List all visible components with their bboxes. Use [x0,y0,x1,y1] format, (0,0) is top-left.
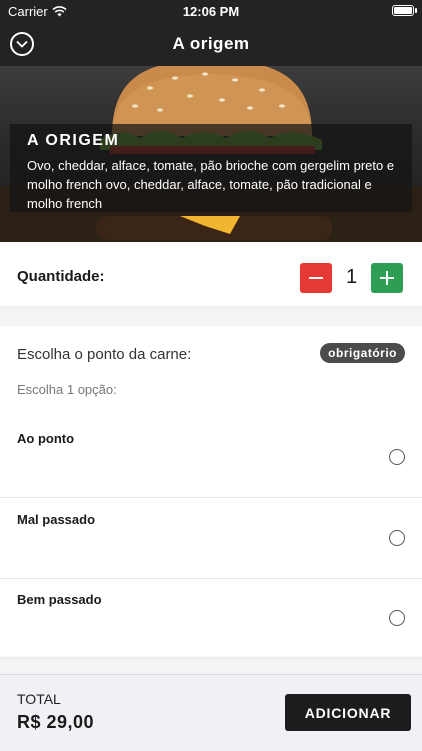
product-info-overlay: A ORIGEM Ovo, cheddar, alface, tomate, p… [10,124,412,212]
total-value: R$ 29,00 [17,712,95,732]
options-heading: Escolha o ponto da carne: [17,346,192,363]
product-hero: A ORIGEM Ovo, cheddar, alface, tomate, p… [0,66,422,242]
radio-button[interactable] [389,530,405,546]
option-label: Mal passado [17,512,96,527]
status-time: 12:06 PM [182,4,240,19]
option-ao-ponto[interactable]: Ao ponto [0,417,422,498]
add-to-cart-button[interactable]: ADICIONAR [285,694,411,731]
required-badge: obrigatório [320,343,405,363]
option-bem-passado[interactable]: Bem passado [0,578,422,659]
product-name: A ORIGEM [27,132,120,149]
quantity-label: Quantidade: [17,268,105,285]
option-label: Bem passado [17,592,102,607]
status-bar: Carrier 12:06 PM [0,0,422,22]
doneness-options-card: Escolha o ponto da carne: obrigatório Es… [0,326,422,659]
minus-icon [309,277,323,279]
product-description: Ovo, cheddar, alface, tomate, pão brioch… [27,158,395,211]
total-label: TOTAL [17,691,61,707]
option-label: Ao ponto [17,431,75,446]
increment-button[interactable] [371,263,403,293]
radio-button[interactable] [389,610,405,626]
quantity-value: 1 [345,266,358,288]
plus-icon [380,271,394,285]
order-footer: TOTAL R$ 29,00 ADICIONAR [0,674,422,751]
page-title: A origem [172,34,250,53]
options-hint: Escolha 1 opção: [17,382,117,397]
radio-button[interactable] [389,449,405,465]
option-mal-passado[interactable]: Mal passado [0,498,422,579]
quantity-card: Quantidade: 1 [0,242,422,307]
nav-bar: A origem [0,22,422,66]
decrement-button[interactable] [300,263,332,293]
battery-icon [392,5,417,16]
